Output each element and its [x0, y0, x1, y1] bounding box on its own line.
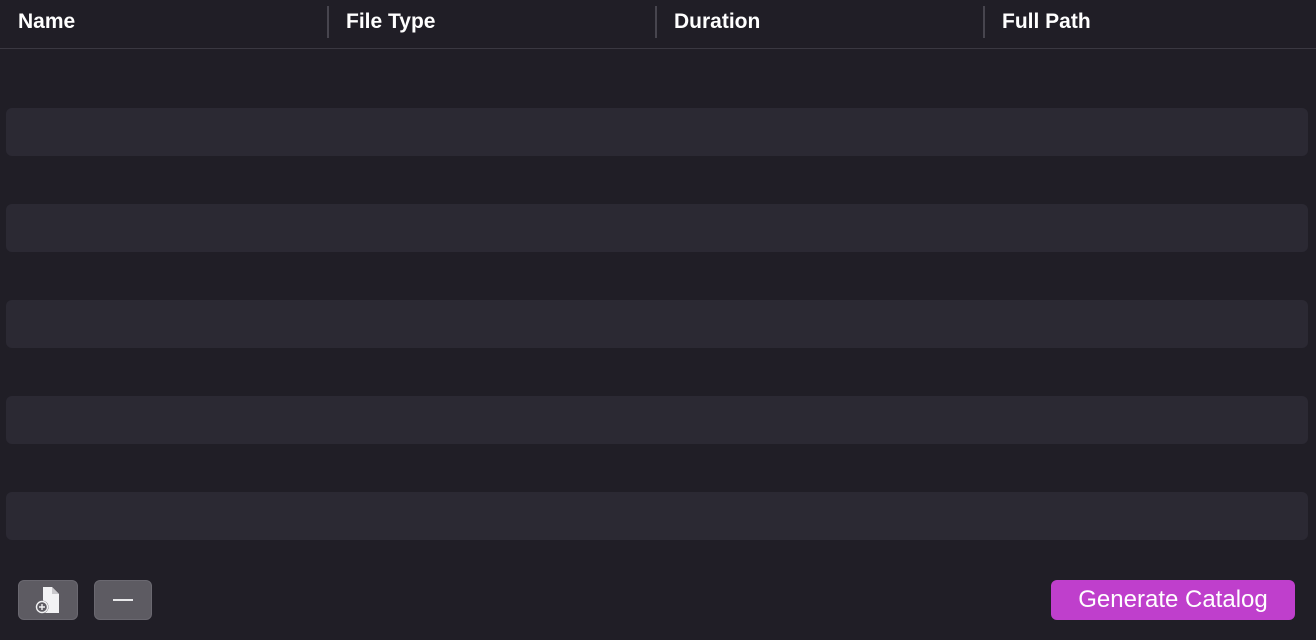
remove-file-button[interactable]	[94, 580, 152, 620]
table-row-empty	[6, 204, 1308, 252]
table-row-empty	[6, 444, 1308, 492]
column-header-file-type[interactable]: File Type	[346, 0, 435, 44]
table-row-empty	[6, 300, 1308, 348]
table-row-empty	[6, 348, 1308, 396]
add-document-icon	[35, 587, 59, 614]
table-header: Name File Type Duration Full Path	[0, 0, 1316, 49]
minus-icon	[113, 599, 133, 601]
table-row-empty	[6, 60, 1308, 108]
table-row-empty	[6, 156, 1308, 204]
column-header-name[interactable]: Name	[18, 0, 75, 44]
table-row-empty	[6, 492, 1308, 540]
table-row-empty	[6, 108, 1308, 156]
table-row-empty	[6, 252, 1308, 300]
catalog-window: Name File Type Duration Full Path Genera…	[0, 0, 1316, 640]
column-divider[interactable]	[983, 6, 985, 38]
column-divider[interactable]	[655, 6, 657, 38]
column-divider[interactable]	[327, 6, 329, 38]
column-header-full-path[interactable]: Full Path	[1002, 0, 1091, 44]
table-row-empty	[6, 396, 1308, 444]
table-body[interactable]	[0, 50, 1316, 560]
generate-catalog-button[interactable]: Generate Catalog	[1051, 580, 1295, 620]
add-file-button[interactable]	[18, 580, 78, 620]
column-header-duration[interactable]: Duration	[674, 0, 760, 44]
